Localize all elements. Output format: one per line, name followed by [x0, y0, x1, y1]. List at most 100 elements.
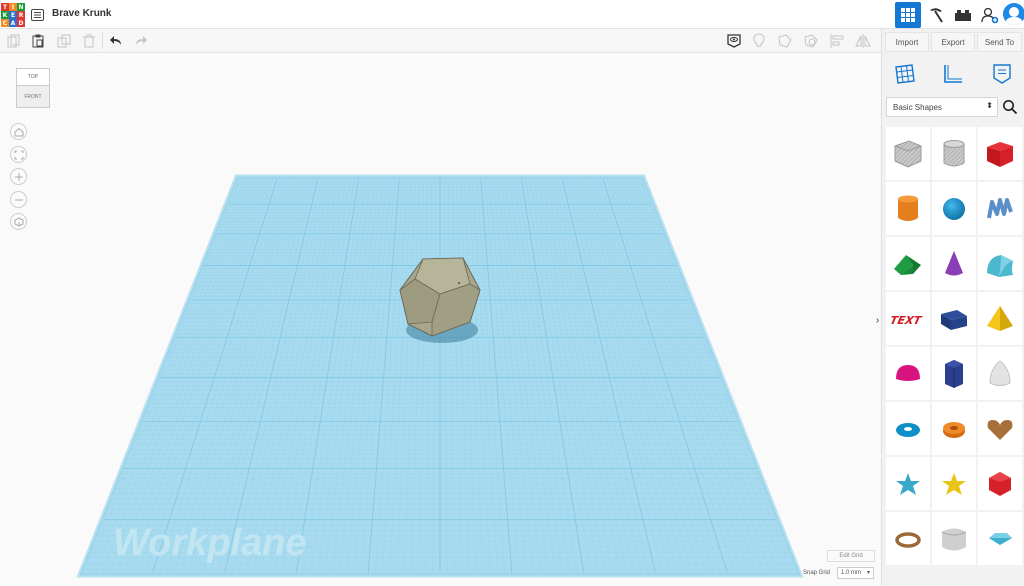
edit-toolbar	[0, 29, 881, 53]
home-icon	[14, 127, 23, 136]
svg-text:TEXT: TEXT	[891, 314, 924, 327]
hole-toggle-icon[interactable]	[803, 33, 819, 49]
shape-cone[interactable]	[932, 237, 976, 290]
zoom-out-button[interactable]	[10, 191, 27, 208]
shape-box-hole[interactable]	[886, 127, 930, 180]
shape-heart[interactable]	[978, 402, 1022, 455]
shape-sphere[interactable]	[932, 182, 976, 235]
snap-grid-select[interactable]: 1.0 mm ▾	[837, 567, 874, 579]
shape-half-sphere[interactable]	[886, 347, 930, 400]
notes-icon[interactable]	[726, 33, 742, 49]
shape-roof[interactable]	[886, 237, 930, 290]
brick-icon	[955, 10, 971, 21]
shape-box[interactable]	[978, 127, 1022, 180]
note-icon	[993, 64, 1011, 84]
top-header: TINKERCAD Brave Krunk	[0, 0, 1024, 29]
shape-cylinder-hole[interactable]	[932, 127, 976, 180]
shape-wedge-round[interactable]	[932, 512, 976, 565]
shape-icosahedron[interactable]	[978, 457, 1022, 510]
shape-tube[interactable]	[932, 402, 976, 455]
shape-text[interactable]: TEXT	[886, 292, 930, 345]
shape-torus[interactable]	[886, 402, 930, 455]
notes-tool-button[interactable]	[989, 61, 1015, 87]
shape-ring[interactable]	[886, 512, 930, 565]
shape-scribble[interactable]	[978, 182, 1022, 235]
import-button[interactable]: Import	[885, 32, 929, 52]
shape-cylinder[interactable]	[886, 182, 930, 235]
undo-icon[interactable]	[108, 33, 124, 49]
shape-wedge[interactable]	[932, 292, 976, 345]
workplane-grid-icon	[895, 64, 915, 84]
user-avatar[interactable]	[1003, 3, 1024, 25]
workplane-label: Workplane	[113, 522, 307, 564]
bricks-button[interactable]	[950, 2, 976, 28]
logo-letter: I	[9, 3, 17, 11]
3d-design-view-button[interactable]	[895, 2, 921, 28]
pickaxe-button[interactable]	[923, 2, 949, 28]
snap-grid-value: 1.0 mm	[841, 570, 862, 576]
search-icon	[1003, 100, 1018, 115]
view-cube[interactable]: TOP FRONT	[16, 68, 50, 108]
duplicate-icon[interactable]	[56, 33, 72, 49]
shapes-panel: Import Export Send To Basic Shapes ⬍ TEX…	[881, 29, 1024, 586]
shape-tag-icon[interactable]	[777, 33, 793, 49]
paste-icon[interactable]	[30, 33, 46, 49]
edit-grid-button[interactable]: Edit Grid	[827, 550, 875, 562]
align-icon[interactable]	[829, 33, 845, 49]
redo-icon[interactable]	[133, 33, 149, 49]
tinkercad-editor: TINKERCAD Brave Krunk Workplane TOP FRON…	[0, 0, 1024, 586]
toolbar-divider	[102, 33, 103, 49]
caret-down-icon: ▾	[866, 570, 870, 576]
grid-icon	[901, 8, 915, 22]
perspective-icon	[14, 216, 23, 227]
logo-letter: N	[17, 3, 25, 11]
delete-icon[interactable]	[81, 33, 97, 49]
shape-star-gold[interactable]	[932, 457, 976, 510]
plus-icon	[14, 172, 23, 181]
shape-paraboloid[interactable]	[978, 347, 1022, 400]
design-list-icon[interactable]	[31, 8, 44, 21]
logo-letter: A	[9, 19, 17, 27]
logo-letter: T	[1, 3, 9, 11]
logo-letter: D	[17, 19, 25, 27]
chevron-right-icon: ›	[875, 314, 880, 326]
shape-star[interactable]	[886, 457, 930, 510]
snap-grid-label: Snap Grid	[803, 570, 831, 576]
perspective-button[interactable]	[10, 213, 27, 230]
add-user-icon	[981, 7, 999, 24]
copy-icon[interactable]	[6, 33, 22, 49]
ruler-icon	[944, 65, 962, 83]
tinkercad-logo[interactable]: TINKERCAD	[1, 3, 25, 27]
shape-library: TEXT	[885, 126, 1024, 566]
workplane-tool-button[interactable]	[892, 61, 918, 87]
logo-letter: R	[17, 11, 25, 19]
zoom-in-button[interactable]	[10, 168, 27, 185]
logo-letter: E	[9, 11, 17, 19]
invite-people-button[interactable]	[977, 2, 1003, 28]
shape-search-button[interactable]	[1002, 99, 1018, 115]
user-icon	[1005, 7, 1023, 25]
design-title[interactable]: Brave Krunk	[52, 8, 111, 19]
viewcube-front-face[interactable]: FRONT	[16, 86, 50, 108]
shape-polygon[interactable]	[932, 347, 976, 400]
3d-workspace[interactable]: Workplane TOP FRONT	[0, 54, 873, 586]
minus-icon	[14, 199, 23, 200]
shape-diamond[interactable]	[978, 512, 1022, 565]
shape-category-select[interactable]: Basic Shapes ⬍	[886, 97, 998, 117]
shape-round-roof[interactable]	[978, 237, 1022, 290]
fit-view-button[interactable]	[10, 146, 27, 163]
pickaxe-icon	[930, 8, 943, 23]
lightbulb-icon[interactable]	[751, 33, 767, 49]
export-button[interactable]: Export	[931, 32, 975, 52]
logo-letter: C	[1, 19, 9, 27]
shape-pyramid[interactable]	[978, 292, 1022, 345]
logo-letter: K	[1, 11, 9, 19]
fit-view-icon	[14, 150, 23, 159]
send-to-button[interactable]: Send To	[977, 32, 1022, 52]
mirror-icon[interactable]	[855, 33, 871, 49]
updown-caret-icon: ⬍	[986, 101, 993, 110]
viewcube-top-face[interactable]: TOP	[16, 68, 50, 86]
home-view-button[interactable]	[10, 123, 27, 140]
ruler-tool-button[interactable]	[940, 61, 966, 87]
workplane-canvas[interactable]: Workplane	[0, 54, 873, 586]
